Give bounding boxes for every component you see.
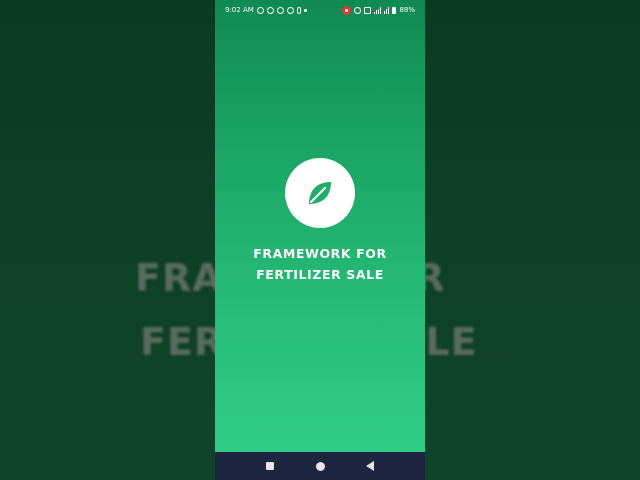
blurred-background-right: FOR ALE [425,0,640,480]
back-button[interactable] [360,456,380,476]
status-bar-left: 9:02 AM [225,6,307,14]
notification-icon [266,6,274,14]
home-button[interactable] [310,456,330,476]
app-logo [285,158,355,228]
triangle-back-icon [366,461,374,471]
screen-record-icon [342,5,352,15]
app-notification-icon [276,6,284,14]
location-icon [256,6,264,14]
app-title-line-1: FRAMEWORK FOR [253,246,387,261]
blurred-background-left: FRA FER [0,0,215,480]
settings-notification-icon [286,6,294,14]
battery-icon [392,6,397,14]
background-text: FOR [425,256,446,300]
hotspot-icon [354,6,362,14]
nfc-icon [364,6,372,14]
signal-icon [374,6,382,14]
phone-screen: 9:02 AM 88% FRAMEWORK FOR FERTILIZER SAL… [215,0,425,480]
app-title: FRAMEWORK FOR FERTILIZER SALE [215,243,425,285]
background-text: FRA [135,256,215,300]
more-notifications-icon [303,8,307,12]
recents-button[interactable] [260,456,280,476]
circle-icon [315,461,325,471]
leaf-icon [309,182,331,204]
navigation-bar [215,452,425,480]
status-bar-right: 88% [342,5,415,15]
battery-percent: 88% [399,6,415,14]
wifi-signal-icon [384,6,390,14]
app-title-line-2: FERTILIZER SALE [256,267,384,282]
square-icon [266,462,274,470]
microphone-icon [296,6,301,14]
background-text: FER [140,320,215,364]
status-time: 9:02 AM [225,6,254,14]
status-bar: 9:02 AM 88% [215,0,425,20]
background-text: ALE [425,320,478,364]
